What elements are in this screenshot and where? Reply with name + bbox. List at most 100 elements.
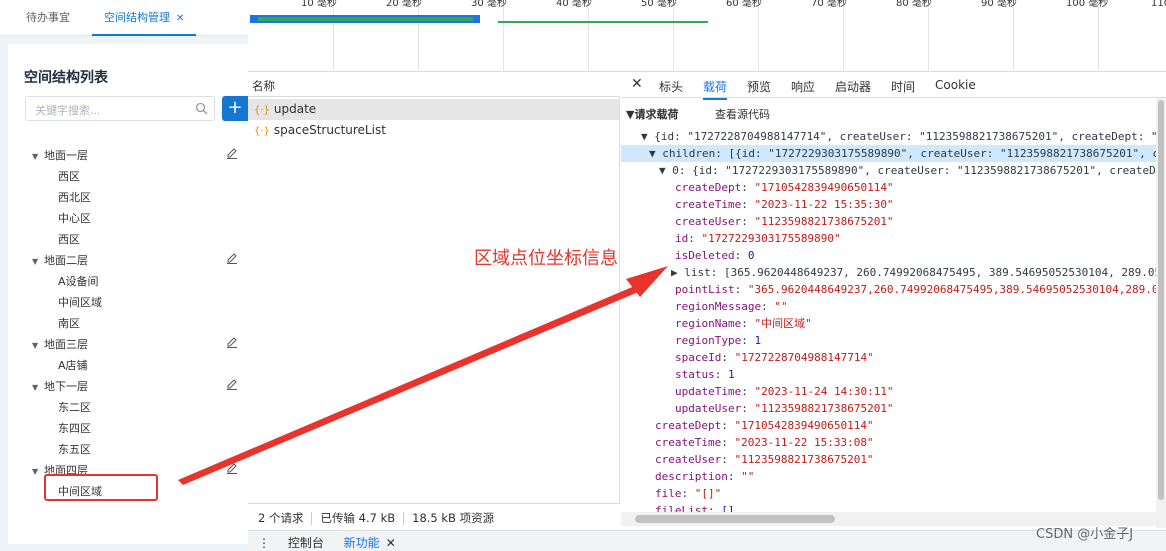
- request-row[interactable]: {·} spaceStructureList: [248, 120, 619, 141]
- property-key: spaceId: [675, 351, 722, 364]
- tab-cookie[interactable]: Cookie: [935, 78, 976, 92]
- tree-room[interactable]: 西区: [58, 231, 80, 247]
- timeline-tick-label: 60 毫秒: [726, 0, 762, 9]
- drawer-bar: ⋮ 控制台 新功能 ✕: [248, 530, 1166, 551]
- tree-floor[interactable]: ▼ 地面二层: [32, 252, 88, 268]
- name-column-header[interactable]: 名称: [248, 73, 620, 97]
- request-count: 2 个请求: [258, 511, 304, 525]
- tree-floor[interactable]: ▼ 地面一层: [32, 147, 88, 163]
- payload-property: status: 1: [675, 368, 735, 381]
- tree-room[interactable]: 东二区: [58, 399, 91, 415]
- property-key: regionType: [675, 334, 742, 347]
- property-value: []: [721, 504, 735, 512]
- view-source-link[interactable]: 查看源代码: [715, 106, 1156, 123]
- more-icon[interactable]: ⋮: [258, 536, 270, 550]
- floor-label: 地面一层: [44, 149, 88, 162]
- tree-room[interactable]: A设备间: [58, 273, 99, 289]
- property-value: "1710542839490650114": [734, 419, 874, 432]
- payload-property: id: "1727229303175589890": [675, 232, 841, 245]
- property-key: createTime: [675, 198, 742, 211]
- timeline-gridline: [758, 0, 759, 72]
- payload-children-row[interactable]: ▼ children: [{id: "1727229303175589890",…: [621, 145, 1156, 162]
- property-value: "1123598821738675201": [754, 402, 894, 415]
- floor-label: 地下一层: [44, 380, 88, 393]
- edit-icon[interactable]: [226, 252, 238, 267]
- close-icon[interactable]: ✕: [631, 76, 643, 92]
- tab-new-features[interactable]: 新功能: [344, 536, 380, 550]
- horizontal-scrollbar-thumb[interactable]: [635, 515, 835, 523]
- caret-down-icon[interactable]: ▼: [32, 152, 44, 161]
- search-placeholder: 关键字搜索...: [35, 104, 101, 117]
- payload-property: fileList: []: [621, 502, 1156, 512]
- payload-property: spaceId: "1727228704988147714": [675, 351, 874, 364]
- tree-floor[interactable]: ▼ 地面三层: [32, 336, 88, 352]
- tab-timing[interactable]: 时间: [891, 78, 915, 95]
- payload-tree-row[interactable]: ▶ list: [365.9620448649237, 260.74992068…: [621, 264, 1156, 281]
- timeline-tick-label: 20 毫秒: [386, 0, 422, 9]
- tree-room[interactable]: 中间区域: [58, 294, 102, 310]
- payload-property: createDept: "1710542839490650114": [675, 181, 894, 194]
- close-icon[interactable]: ✕: [386, 536, 396, 550]
- property-key: file: [655, 487, 682, 500]
- tab-headers[interactable]: 标头: [659, 78, 683, 95]
- property-value: 0: [747, 249, 755, 262]
- property-value: "中间区域": [754, 317, 812, 330]
- property-value: "1727229303175589890": [701, 232, 841, 245]
- property-value: 1: [754, 334, 762, 347]
- tree-room[interactable]: 东五区: [58, 441, 91, 457]
- edit-icon[interactable]: [226, 378, 238, 393]
- tree-room[interactable]: 南区: [58, 315, 80, 331]
- tab-todo[interactable]: 待办事宜: [26, 0, 70, 36]
- timeline-tick-label: 90 毫秒: [981, 0, 1017, 9]
- tab-console[interactable]: 控制台: [288, 536, 324, 550]
- tree-floor[interactable]: ▼ 地下一层: [32, 378, 88, 394]
- tree-room[interactable]: 东四区: [58, 420, 91, 436]
- property-value: "1123598821738675201": [734, 453, 874, 466]
- highlight-box: [44, 474, 158, 501]
- caret-down-icon[interactable]: ▼: [32, 341, 44, 350]
- property-value: "[]": [694, 487, 722, 500]
- caret-down-icon[interactable]: ▼: [32, 467, 44, 476]
- tab-response[interactable]: 响应: [791, 78, 815, 95]
- caret-down-icon[interactable]: ▼: [32, 257, 44, 266]
- timeline-bar-list: [498, 21, 708, 23]
- edit-icon[interactable]: [226, 336, 238, 351]
- edit-icon[interactable]: [226, 147, 238, 162]
- property-key: createUser: [675, 215, 742, 228]
- payload-property: updateUser: "1123598821738675201": [675, 402, 894, 415]
- edit-icon[interactable]: [226, 462, 238, 477]
- payload-property: updateTime: "2023-11-24 14:30:11": [675, 385, 894, 398]
- caret-down-icon[interactable]: ▼: [32, 383, 44, 392]
- tab-payload[interactable]: 载荷: [703, 78, 728, 100]
- payload-property: regionType: 1: [675, 334, 762, 347]
- search-input[interactable]: 关键字搜索...: [25, 96, 215, 121]
- network-timeline[interactable]: 10 毫秒 20 毫秒 30 毫秒 40 毫秒 50 毫秒 60 毫秒 70 毫秒 80 毫秒…: [248, 0, 1166, 72]
- property-value: "1727228704988147714": [734, 351, 874, 364]
- tab-preview[interactable]: 预览: [747, 78, 771, 95]
- request-row[interactable]: {·} update: [248, 99, 619, 120]
- property-key: regionName: [675, 317, 742, 330]
- close-icon[interactable]: ✕: [176, 13, 184, 24]
- payload-property: createTime: "2023-11-22 15:35:30": [675, 198, 894, 211]
- tree-room[interactable]: A店铺: [58, 357, 88, 373]
- tab-initiator[interactable]: 启动器: [835, 78, 871, 95]
- property-key: createTime: [655, 436, 722, 449]
- payload-property: regionName: "中间区域": [675, 317, 812, 330]
- property-key: isDeleted: [675, 249, 735, 262]
- timeline-gridline: [1013, 0, 1014, 72]
- tree-room[interactable]: 中心区: [58, 210, 91, 226]
- payload-property: createTime: "2023-11-22 15:33:08": [655, 436, 874, 449]
- tree-room[interactable]: 西北区: [58, 189, 91, 205]
- transferred-size: 已传输 4.7 kB: [320, 511, 396, 525]
- floor-label: 地面三层: [44, 338, 88, 351]
- property-value: "2023-11-22 15:35:30": [754, 198, 894, 211]
- payload-text: ▼ 0: {id: "1727229303175589890", createU…: [659, 164, 1156, 177]
- tree-room[interactable]: 西区: [58, 168, 80, 184]
- payload-text: ▼ children: [{id: "1727229303175589890",…: [649, 147, 1156, 160]
- payload-tree-row[interactable]: ▼ 0: {id: "1727229303175589890", createU…: [621, 162, 1156, 179]
- tab-space-structure[interactable]: 空间结构管理 ✕: [92, 0, 197, 36]
- payload-tree-row[interactable]: ▼ {id: "1727228704988147714", createUser…: [621, 128, 1156, 145]
- scrollbar-thumb[interactable]: [1158, 100, 1164, 500]
- xhr-icon: {·}: [254, 105, 270, 116]
- add-button[interactable]: +: [222, 96, 248, 121]
